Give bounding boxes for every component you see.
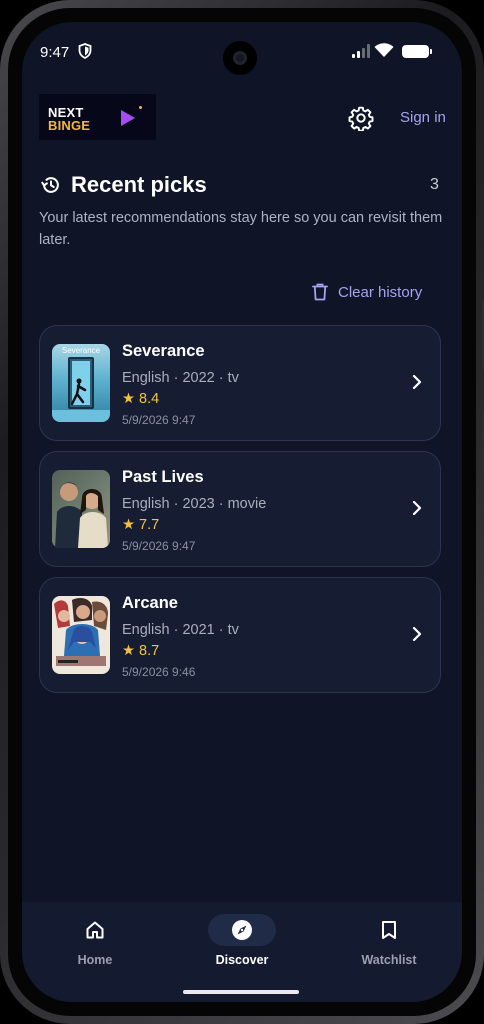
card-rating: ★ 7.7 xyxy=(122,517,160,533)
logo-dot xyxy=(139,106,142,109)
chevron-right-icon xyxy=(412,500,422,516)
front-camera xyxy=(223,41,257,75)
nav-home[interactable]: Home xyxy=(22,902,168,982)
shield-icon xyxy=(78,43,92,59)
pick-card-past-lives[interactable]: Past Lives English · 2023 · movie ★ 7.7 … xyxy=(39,451,441,567)
clear-history-label: Clear history xyxy=(338,283,423,301)
phone-frame: 9:47 NEXT BINGE Sign in Recent picks 3 Y… xyxy=(0,0,484,1024)
card-rating: ★ 8.7 xyxy=(122,643,160,659)
picks-count: 3 xyxy=(430,176,439,193)
bottom-nav: Home Discover Watchlist xyxy=(22,902,462,1002)
bookmark-icon xyxy=(382,921,396,939)
trash-icon xyxy=(312,283,328,301)
pick-card-arcane[interactable]: Arcane English · 2021 · tv ★ 8.7 5/9/202… xyxy=(39,577,441,693)
nav-label-discover: Discover xyxy=(215,953,269,967)
chevron-right-icon xyxy=(412,626,422,642)
home-indicator[interactable] xyxy=(183,990,299,994)
signal-icon xyxy=(352,44,370,58)
card-title: Arcane xyxy=(122,594,178,612)
nav-watchlist[interactable]: Watchlist xyxy=(316,902,462,982)
logo-text-binge: BINGE xyxy=(48,118,91,133)
page-title: Recent picks xyxy=(71,172,207,197)
gear-icon[interactable] xyxy=(348,105,374,131)
app-logo[interactable]: NEXT BINGE xyxy=(39,94,156,140)
play-icon xyxy=(121,110,135,126)
card-meta: English · 2023 · movie xyxy=(122,496,267,512)
compass-icon xyxy=(232,920,252,940)
sign-in-button[interactable]: Sign in xyxy=(400,109,446,126)
card-title: Severance xyxy=(122,342,205,360)
status-time: 9:47 xyxy=(40,44,70,61)
poster-caption: Severance xyxy=(62,346,101,355)
poster-severance: Severance xyxy=(52,344,110,422)
poster-arcane xyxy=(52,596,110,674)
nav-label-watchlist: Watchlist xyxy=(361,953,417,967)
nav-label-home: Home xyxy=(77,953,113,967)
clear-history-button[interactable]: Clear history xyxy=(312,280,422,304)
card-date: 5/9/2026 9:47 xyxy=(122,539,196,553)
history-icon xyxy=(41,177,59,193)
wifi-icon xyxy=(374,43,394,57)
chevron-right-icon xyxy=(412,374,422,390)
status-bar: 9:47 xyxy=(22,22,462,78)
card-rating: ★ 8.4 xyxy=(122,391,160,407)
card-title: Past Lives xyxy=(122,468,204,486)
pick-card-severance[interactable]: Severance Severance English · 2022 · tv … xyxy=(39,325,441,441)
screen: 9:47 NEXT BINGE Sign in Recent picks 3 Y… xyxy=(22,22,462,1002)
section-subtitle: Your latest recommendations stay here so… xyxy=(39,210,443,248)
card-meta: English · 2022 · tv xyxy=(122,370,239,386)
nav-discover[interactable]: Discover xyxy=(169,902,315,982)
card-date: 5/9/2026 9:46 xyxy=(122,665,196,679)
poster-past-lives xyxy=(52,470,110,548)
card-date: 5/9/2026 9:47 xyxy=(122,413,196,427)
card-meta: English · 2021 · tv xyxy=(122,622,239,638)
battery-icon xyxy=(402,45,432,58)
home-icon xyxy=(86,921,104,939)
